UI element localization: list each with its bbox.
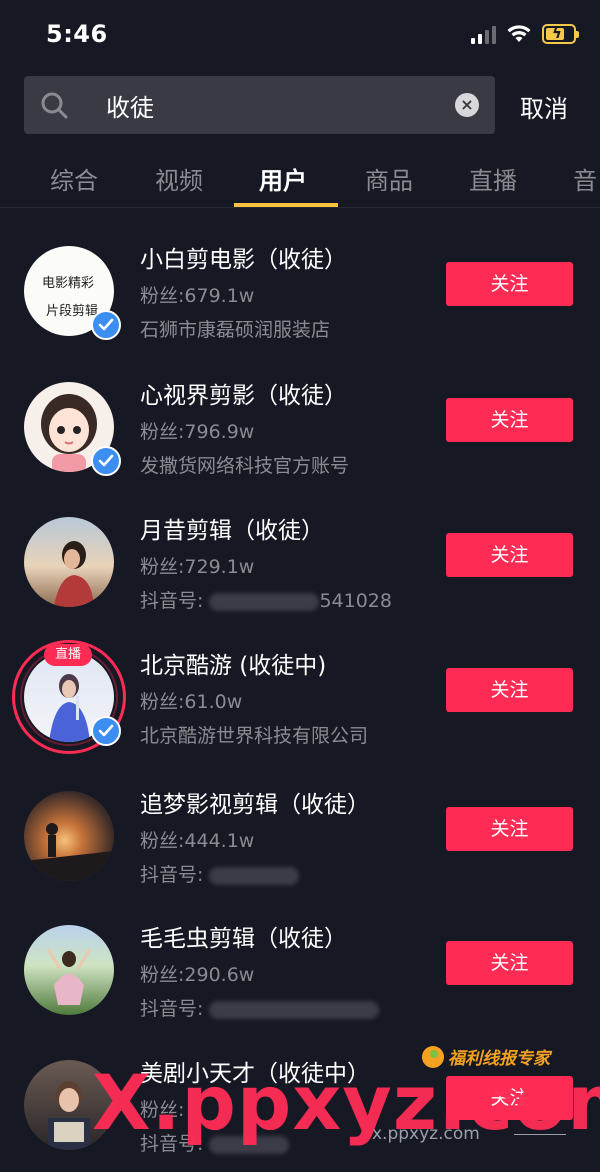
tab-comprehensive[interactable]: 综合 bbox=[50, 161, 98, 196]
search-input[interactable] bbox=[106, 89, 446, 121]
user-list-item[interactable]: 追梦影视剪辑（收徒） 粉丝:444.1w 抖音号: 关注 bbox=[0, 771, 600, 907]
avatar-photo bbox=[46, 948, 92, 1005]
status-icons: ϟ bbox=[471, 24, 579, 44]
user-desc: 发撒货网络科技官方账号 bbox=[140, 455, 350, 477]
tab-products[interactable]: 商品 bbox=[365, 161, 413, 196]
user-fans: 粉丝:796.9w bbox=[140, 421, 255, 443]
user-list-item[interactable]: 毛毛虫剪辑（收徒） 粉丝:290.6w 抖音号: 关注 bbox=[0, 905, 600, 1041]
live-badge: 直播 bbox=[44, 644, 92, 666]
tab-videos[interactable]: 视频 bbox=[155, 161, 203, 196]
user-name: 心视界剪影（收徒） bbox=[140, 383, 347, 409]
follow-button[interactable]: 关注 bbox=[446, 262, 573, 306]
douyin-id-label: 抖音号: bbox=[140, 590, 210, 612]
watermark-small: x.ppxyz.com bbox=[372, 1124, 480, 1144]
active-tab-indicator bbox=[234, 203, 338, 207]
cancel-button[interactable]: 取消 bbox=[520, 89, 568, 124]
verified-icon bbox=[91, 716, 121, 746]
verified-icon bbox=[91, 310, 121, 340]
user-name: 追梦影视剪辑（收徒） bbox=[140, 792, 370, 818]
tab-users[interactable]: 用户 bbox=[259, 161, 307, 196]
user-desc: 北京酷游世界科技有限公司 bbox=[140, 725, 369, 747]
tab-music[interactable]: 音 bbox=[573, 161, 597, 196]
tab-live[interactable]: 直播 bbox=[469, 161, 517, 196]
follow-button[interactable]: 关注 bbox=[446, 807, 573, 851]
follow-button[interactable]: 关注 bbox=[446, 668, 573, 712]
search-results-screen: 5:46 ϟ × 取消 bbox=[0, 0, 600, 1172]
user-fans: 粉丝:679.1w bbox=[140, 285, 255, 307]
avatar[interactable] bbox=[24, 925, 114, 1015]
watermark-divider bbox=[514, 1134, 566, 1135]
douyin-id-suffix: 541028 bbox=[319, 590, 392, 612]
user-desc: 抖音号: 541028 bbox=[140, 586, 392, 613]
signal-icon bbox=[471, 24, 496, 44]
avatar-text: 电影精彩 bbox=[42, 276, 95, 291]
follow-button[interactable]: 关注 bbox=[446, 941, 573, 985]
user-fans: 粉丝:729.1w bbox=[140, 556, 255, 578]
user-name: 北京酷游 (收徒中) bbox=[140, 653, 327, 679]
user-list-item[interactable]: 月昔剪辑（收徒） 粉丝:729.1w 抖音号: 541028 关注 bbox=[0, 497, 600, 633]
avatar-photo bbox=[54, 541, 94, 607]
masked-id bbox=[209, 592, 320, 611]
status-time: 5:46 bbox=[46, 20, 108, 48]
user-list-item[interactable]: 电影精彩 片段剪辑 小白剪电影（收徒） 粉丝:679.1w 石狮市康磊硕润服装店… bbox=[0, 226, 600, 362]
douyin-id-label: 抖音号: bbox=[140, 864, 210, 886]
status-bar: 5:46 ϟ bbox=[0, 0, 600, 70]
clear-icon[interactable]: × bbox=[455, 93, 479, 117]
avatar-photo bbox=[24, 823, 114, 881]
user-list-item[interactable]: 直播 北京酷游 (收徒中) 粉丝:61.0w 北京酷游世界科技有限公司 关注 bbox=[0, 632, 600, 768]
verified-icon bbox=[91, 446, 121, 476]
follow-button[interactable]: 关注 bbox=[446, 533, 573, 577]
user-fans: 粉丝:444.1w bbox=[140, 830, 255, 852]
user-name: 毛毛虫剪辑（收徒） bbox=[140, 926, 347, 952]
user-fans: 粉丝:290.6w bbox=[140, 964, 255, 986]
avatar[interactable] bbox=[24, 791, 114, 881]
user-fans: 粉丝:61.0w bbox=[140, 691, 243, 713]
user-desc: 抖音号: bbox=[140, 994, 380, 1021]
battery-icon: ϟ bbox=[542, 24, 579, 44]
user-desc: 抖音号: bbox=[140, 860, 300, 887]
search-box[interactable]: × bbox=[24, 76, 495, 134]
avatar[interactable] bbox=[24, 517, 114, 607]
user-name: 月昔剪辑（收徒） bbox=[140, 518, 324, 544]
result-tabs: 综合 视频 用户 商品 直播 音 bbox=[0, 145, 600, 208]
user-list-item[interactable]: 心视界剪影（收徒） 粉丝:796.9w 发撒货网络科技官方账号 关注 bbox=[0, 362, 600, 498]
follow-button[interactable]: 关注 bbox=[446, 398, 573, 442]
avatar-text: 片段剪辑 bbox=[46, 304, 99, 319]
user-desc: 石狮市康磊硕润服装店 bbox=[140, 319, 331, 341]
masked-id bbox=[209, 1000, 380, 1019]
masked-id bbox=[209, 866, 300, 885]
search-icon bbox=[41, 92, 68, 119]
user-name: 小白剪电影（收徒） bbox=[140, 247, 347, 273]
douyin-id-label: 抖音号: bbox=[140, 998, 210, 1020]
wifi-icon bbox=[507, 25, 531, 42]
